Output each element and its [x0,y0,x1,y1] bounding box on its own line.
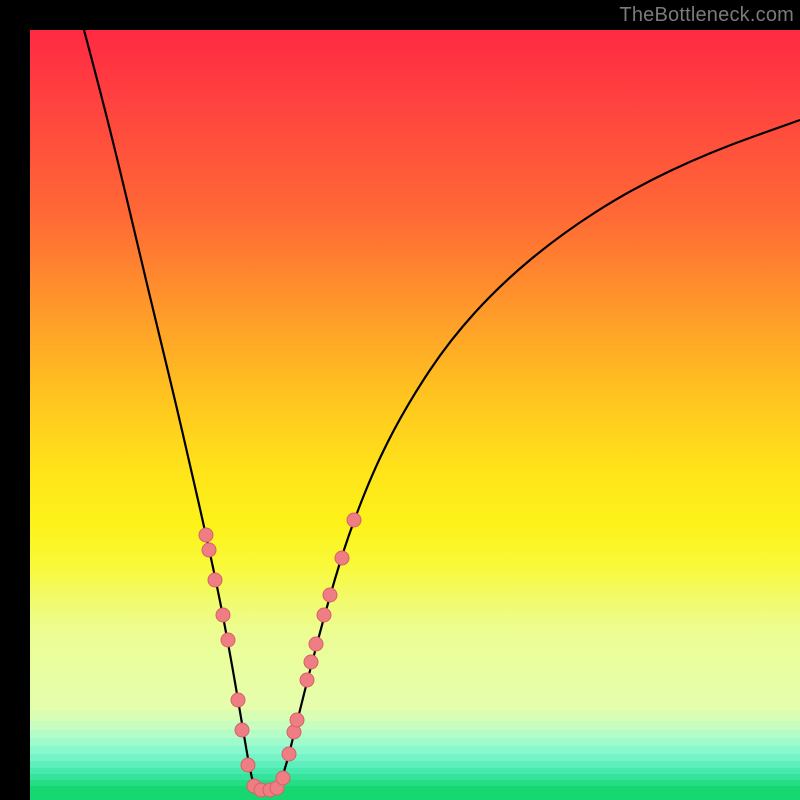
data-point [290,713,304,727]
chart-frame: TheBottleneck.com [0,0,800,800]
curve-right [278,120,800,790]
data-point [309,637,323,651]
data-point [216,608,230,622]
data-point [241,758,255,772]
data-point [235,723,249,737]
curve-group [84,30,800,790]
data-point [231,693,245,707]
data-markers [199,513,361,797]
data-point [304,655,318,669]
data-point [300,673,314,687]
data-point [347,513,361,527]
data-point [202,543,216,557]
chart-svg [30,30,800,800]
data-point [208,573,222,587]
data-point [282,747,296,761]
data-point [221,633,235,647]
curve-left [84,30,255,790]
plot-area [30,30,800,800]
data-point [276,771,290,785]
data-point [335,551,349,565]
watermark-label: TheBottleneck.com [619,4,794,27]
data-point [323,588,337,602]
data-point [199,528,213,542]
data-point [317,608,331,622]
